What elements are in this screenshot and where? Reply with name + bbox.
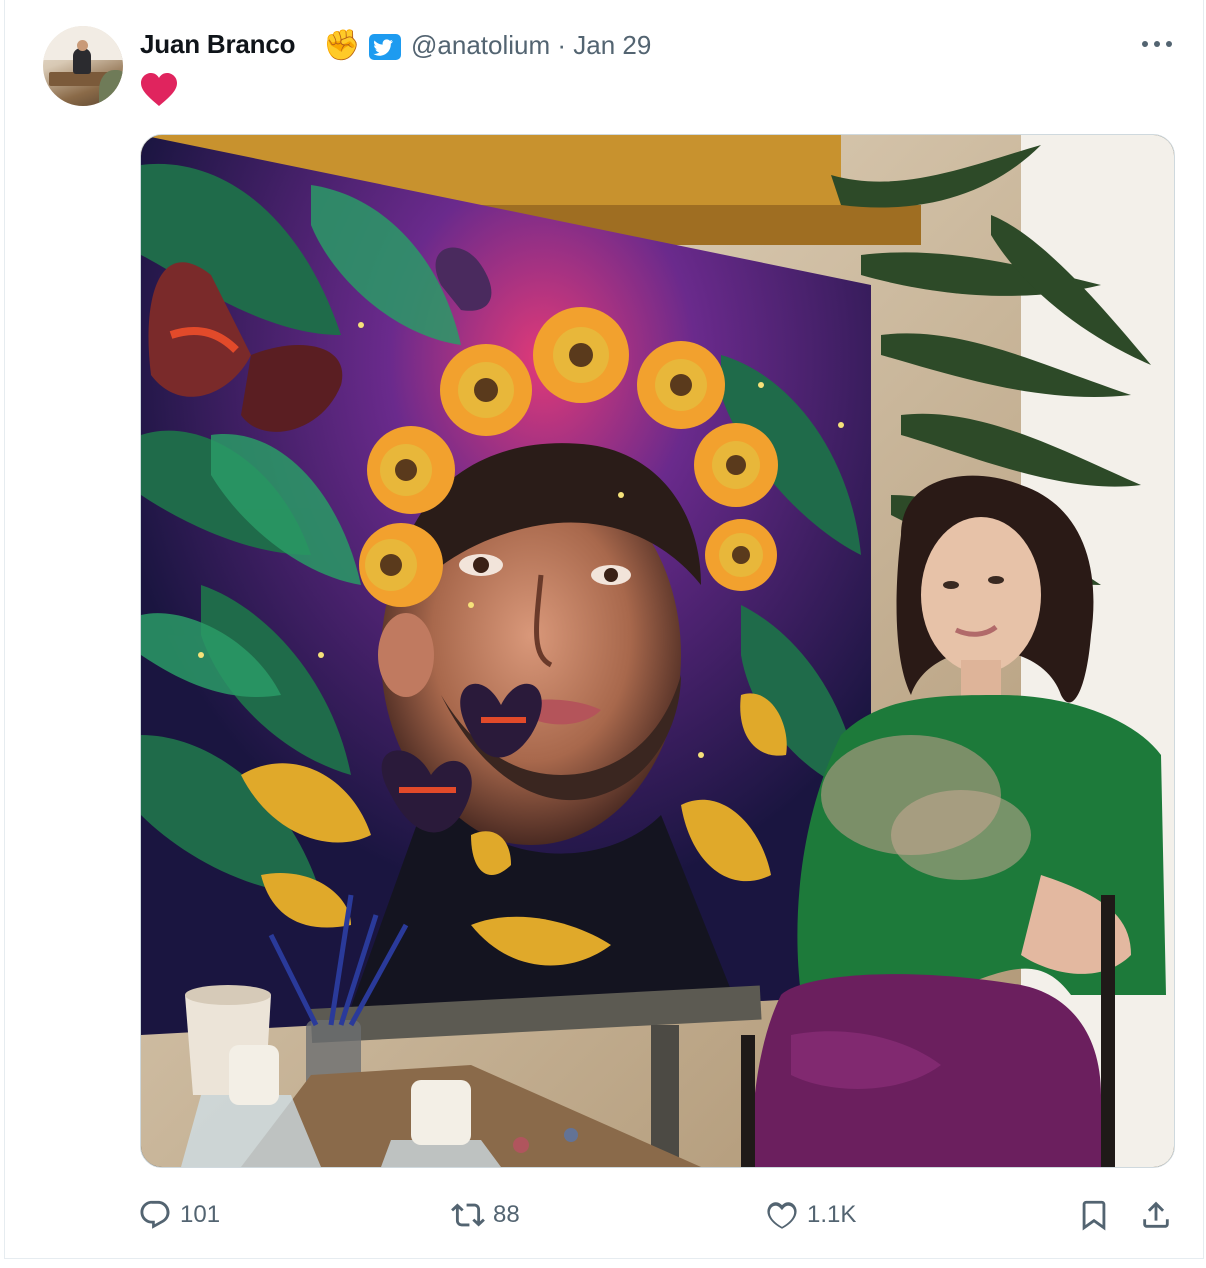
heart-emoji: [141, 73, 177, 106]
retweet-icon: [451, 1203, 485, 1227]
tweet-photo[interactable]: [140, 134, 1175, 1168]
more-icon[interactable]: [1137, 28, 1177, 58]
reply-icon: [140, 1200, 170, 1229]
like-count: 1.1K: [807, 1201, 857, 1228]
author-name[interactable]: Juan Branco: [140, 29, 295, 60]
tweet-actions: 101 88 1.1K: [5, 1190, 1203, 1240]
retweet-button[interactable]: 88: [451, 1190, 520, 1240]
share-icon: [1143, 1201, 1169, 1228]
author-handle-and-date[interactable]: @anatolium · Jan 29: [411, 30, 651, 61]
reply-count: 101: [180, 1201, 221, 1228]
photo-illustration: [141, 135, 1174, 1167]
like-button[interactable]: 1.1K: [765, 1190, 856, 1240]
twitter-bird-badge-icon: [369, 34, 401, 60]
raised-fist-emoji: ✊: [323, 29, 361, 62]
author-avatar[interactable]: [43, 26, 123, 106]
retweet-count: 88: [493, 1201, 520, 1228]
tweet-card[interactable]: Juan Branco ✊ @anatolium · Jan 29 101 88…: [4, 0, 1204, 1259]
like-heart-icon: [767, 1202, 797, 1229]
share-button[interactable]: [1139, 1190, 1181, 1240]
bookmark-button[interactable]: [1077, 1190, 1119, 1240]
bookmark-icon: [1082, 1200, 1106, 1231]
reply-button[interactable]: 101: [138, 1190, 220, 1240]
